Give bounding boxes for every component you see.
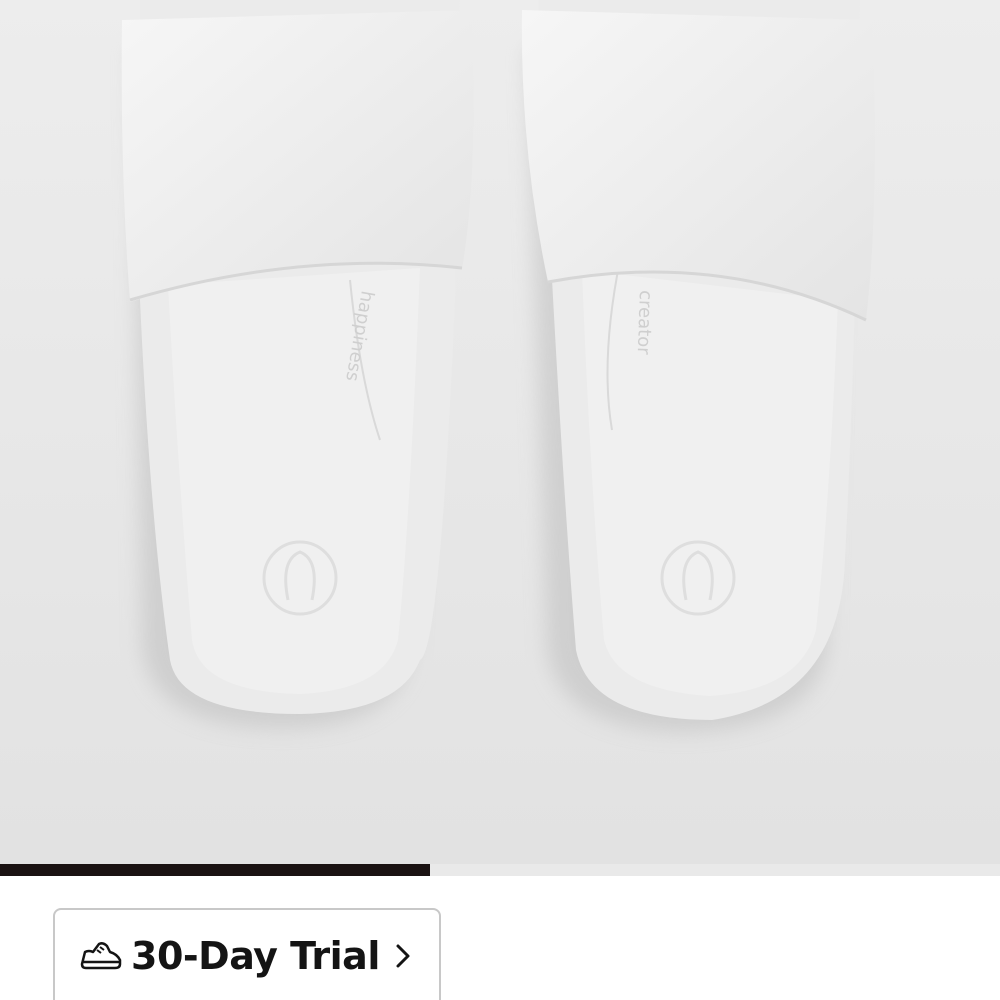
- chevron-right-icon: [396, 944, 410, 968]
- gallery-progress-fill: [0, 864, 430, 876]
- sandals-illustration: happiness creator: [0, 0, 1000, 864]
- trial-button[interactable]: 30-Day Trial: [53, 908, 441, 1000]
- product-page: happiness creator 30-Day Trial: [0, 0, 1000, 1000]
- trial-label: 30-Day Trial: [131, 934, 380, 978]
- sneaker-icon: [80, 942, 122, 970]
- left-sandal: happiness: [121, 0, 474, 728]
- right-sandal: creator: [521, 0, 875, 732]
- product-image[interactable]: happiness creator: [0, 0, 1000, 864]
- gallery-progress-track[interactable]: [0, 864, 1000, 876]
- right-insole-text: creator: [633, 290, 656, 356]
